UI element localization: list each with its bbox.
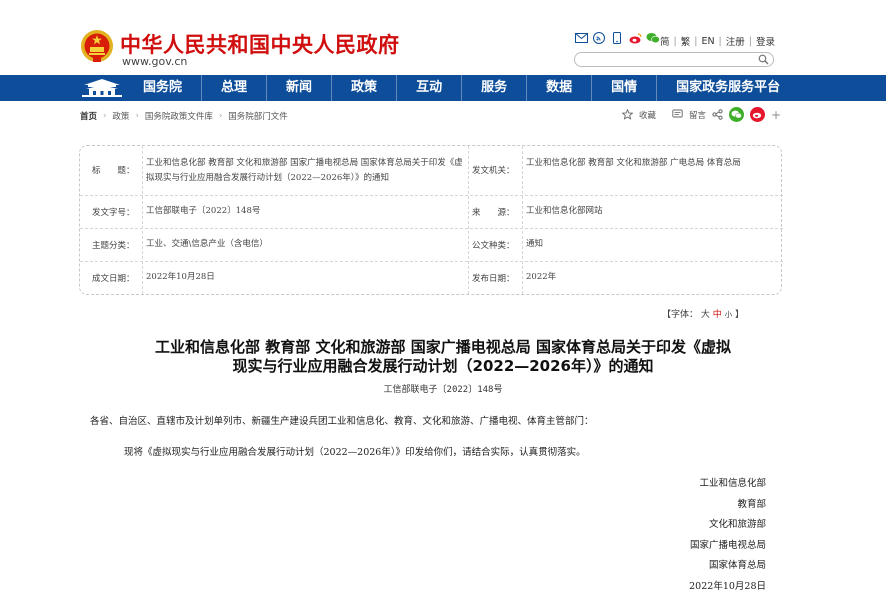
site-header: 中华人民共和国中央人民政府 www.gov.cn 简 | 繁 | EN | 注册… — [0, 0, 886, 75]
info-row: 成文日期： 2022年10月28日 发布日期： 2022年 — [80, 262, 783, 295]
document-body: 现将《虚拟现实与行业应用融合发展行动计划（2022—2026年）》印发给你们，请… — [124, 447, 586, 458]
signer: 文化和旅游部 — [708, 519, 766, 530]
document-signers: 工业和信息化部 教育部 文化和旅游部 国家广播电视总局 国家体育总局 2022年… — [689, 474, 766, 597]
divider — [142, 146, 143, 294]
comment-icon[interactable] — [672, 109, 683, 120]
info-type-value: 通知 — [526, 239, 544, 249]
info-published-date-value: 2022年 — [526, 272, 557, 282]
divider: | — [694, 35, 698, 47]
login-link[interactable]: 登录 — [756, 34, 775, 48]
document-title: 工业和信息化部 教育部 文化和旅游部 国家广播电视总局 国家体育总局关于印发《虚… — [90, 338, 796, 376]
nav-item-state-council[interactable]: 国务院 — [124, 75, 201, 101]
wechat-share-icon[interactable] — [729, 107, 745, 122]
info-row: 发文字号： 工信部联电子〔2022〕148号 来 源： 工业和信息化部网站 — [80, 196, 783, 229]
divider — [468, 146, 469, 294]
top-icon-bar — [574, 31, 660, 45]
mail-icon[interactable] — [574, 31, 588, 45]
collect-link[interactable]: 收藏 — [639, 109, 656, 121]
nav-item-gov-service-platform[interactable]: 国家政务服务平台 — [656, 75, 799, 101]
search-box — [574, 52, 774, 72]
font-size-medium-button[interactable]: 中 — [713, 310, 722, 320]
site-url[interactable]: www.gov.cn — [122, 55, 187, 68]
info-source-value: 工业和信息化部网站 — [526, 206, 603, 216]
weibo-share-icon[interactable] — [750, 107, 766, 122]
lang-traditional-link[interactable]: 繁 — [681, 34, 691, 48]
font-size-prefix: 【字体： — [662, 310, 699, 320]
signing-date: 2022年10月28日 — [689, 580, 766, 592]
lang-simplified-link[interactable]: 简 — [660, 34, 670, 48]
info-label: 发布日期： — [472, 274, 515, 284]
document-number: 工信部联电子〔2022〕148号 — [383, 385, 503, 395]
comment-link[interactable]: 留言 — [689, 109, 706, 121]
tiananmen-icon — [82, 79, 122, 97]
nav-item-services[interactable]: 服务 — [461, 75, 526, 101]
nav-item-policy[interactable]: 政策 — [331, 75, 396, 101]
breadcrumb-department-docs[interactable]: 国务院部门文件 — [228, 110, 288, 122]
share-bar: 收藏 留言 + — [622, 107, 781, 122]
chevron-right-icon: › — [218, 111, 223, 121]
divider: | — [748, 35, 752, 47]
chevron-right-icon: › — [135, 111, 139, 121]
search-input[interactable] — [581, 58, 761, 72]
info-label: 成文日期： — [92, 274, 135, 284]
rss-icon[interactable] — [592, 31, 606, 45]
signer: 工业和信息化部 — [699, 478, 766, 489]
signer: 国家广播电视总局 — [689, 539, 766, 551]
info-row: 标 题： 工业和信息化部 教育部 文化和旅游部 国家广播电视总局 国家体育总局关… — [80, 146, 783, 196]
weibo-icon[interactable] — [628, 31, 642, 45]
breadcrumb-home[interactable]: 首页 — [80, 110, 97, 122]
signer: 教育部 — [737, 498, 766, 510]
info-subject-value: 工业、交通\信息产业（含电信） — [146, 239, 268, 249]
nav-item-interaction[interactable]: 互动 — [396, 75, 461, 101]
divider — [522, 146, 523, 294]
info-label: 主题分类： — [92, 241, 135, 251]
wechat-icon[interactable] — [646, 31, 660, 45]
info-row: 主题分类： 工业、交通\信息产业（含电信） 公文种类： 通知 — [80, 229, 783, 262]
font-size-large-button[interactable]: 大 — [701, 310, 710, 320]
document-addressee: 各省、自治区、直辖市及计划单列市、新疆生产建设兵团工业和信息化、教育、文化和旅游… — [90, 416, 594, 427]
info-issuer-value: 工业和信息化部 教育部 文化和旅游部 广电总局 体育总局 — [526, 158, 741, 168]
font-size-switcher: 【字体： 大 中 小 】 — [662, 307, 744, 320]
lang-english-link[interactable]: EN — [701, 36, 714, 47]
info-label: 公文种类： — [472, 241, 515, 251]
mobile-icon[interactable] — [610, 31, 624, 45]
document-info-table: 标 题： 工业和信息化部 教育部 文化和旅游部 国家广播电视总局 国家体育总局关… — [79, 145, 783, 295]
breadcrumb-policy-library[interactable]: 国务院政策文件库 — [145, 110, 213, 122]
star-icon[interactable] — [622, 109, 633, 120]
main-nav: 国务院 总理 新闻 政策 互动 服务 数据 国情 国家政务服务平台 — [124, 75, 799, 101]
breadcrumb: 首页 › 政策 › 国务院政策文件库 › 国务院部门文件 — [80, 110, 288, 122]
info-label: 标 题： — [92, 166, 135, 176]
font-size-suffix: 】 — [735, 310, 745, 320]
document-title-line: 现实与行业应用融合发展行动计划（2022—2026年）》的通知 — [232, 357, 654, 375]
info-label: 发文机关： — [472, 166, 515, 176]
info-docnum-value: 工信部联电子〔2022〕148号 — [146, 206, 261, 216]
document-title-line: 工业和信息化部 教育部 文化和旅游部 国家广播电视总局 国家体育总局关于印发《虚… — [155, 338, 731, 356]
info-written-date-value: 2022年10月28日 — [146, 272, 215, 282]
chevron-right-icon: › — [103, 111, 107, 121]
signer: 国家体育总局 — [708, 560, 766, 571]
share-icon[interactable] — [712, 109, 723, 120]
register-link[interactable]: 注册 — [726, 34, 745, 48]
info-label: 发文字号： — [92, 208, 135, 218]
more-share-icon[interactable]: + — [771, 108, 781, 122]
nav-item-news[interactable]: 新闻 — [266, 75, 331, 101]
divider: | — [673, 35, 677, 47]
info-title-value: 工业和信息化部 教育部 文化和旅游部 国家广播电视总局 国家体育总局关于印发《虚… — [146, 158, 463, 183]
font-size-small-button[interactable]: 小 — [725, 310, 733, 319]
nav-item-data[interactable]: 数据 — [526, 75, 591, 101]
nav-item-premier[interactable]: 总理 — [201, 75, 266, 101]
search-icon[interactable] — [758, 54, 769, 65]
national-emblem-icon[interactable] — [80, 28, 114, 64]
top-links: 简 | 繁 | EN | 注册 | 登录 — [660, 34, 775, 49]
nav-item-national-info[interactable]: 国情 — [591, 75, 656, 101]
info-label: 来 源： — [472, 208, 515, 218]
divider: | — [718, 35, 722, 47]
breadcrumb-policy[interactable]: 政策 — [112, 110, 129, 122]
